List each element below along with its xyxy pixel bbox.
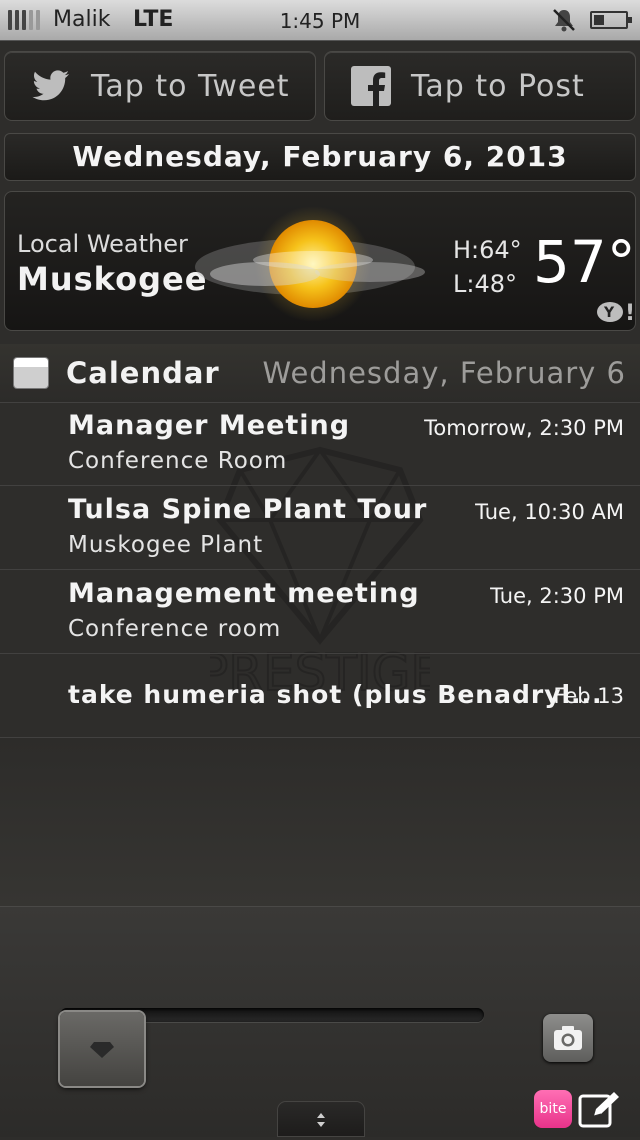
event-location: Conference Room: [68, 448, 288, 474]
camera-icon: [554, 1026, 582, 1050]
tap-to-post-button[interactable]: Tap to Post: [324, 51, 636, 121]
unlock-slider-knob[interactable]: [60, 1012, 144, 1086]
calendar-date: Wednesday, February 6: [262, 356, 626, 390]
event-title: take humeria shot (plus Benadryl...: [68, 680, 603, 709]
event-location: Muskogee Plant: [68, 532, 264, 558]
event-location: Conference room: [68, 616, 282, 642]
battery-icon: [590, 11, 632, 29]
drag-handle[interactable]: [278, 1102, 364, 1136]
diamond-icon: [90, 1042, 114, 1058]
calendar-icon: [14, 358, 48, 388]
calendar-header[interactable]: Calendar Wednesday, February 6: [0, 344, 640, 403]
tweet-label: Tap to Tweet: [91, 68, 290, 104]
twitter-icon: [32, 70, 69, 101]
event-time: Feb 13: [553, 684, 624, 708]
event-time: Tue, 2:30 PM: [490, 584, 624, 608]
svg-text:!: !: [625, 301, 635, 324]
calendar-widget: Calendar Wednesday, February 6 Manager M…: [0, 344, 640, 738]
svg-text:Y: Y: [603, 305, 615, 321]
facebook-icon: [351, 66, 391, 106]
calendar-event[interactable]: Management meeting Conference room Tue, …: [0, 570, 640, 654]
calendar-event[interactable]: Tulsa Spine Plant Tour Muskogee Plant Tu…: [0, 486, 640, 570]
partly-sunny-icon: [195, 206, 425, 322]
empty-notification-area: [0, 738, 640, 907]
status-bar: Malik LTE 1:45 PM: [0, 0, 640, 41]
camera-button[interactable]: [543, 1014, 593, 1062]
post-label: Tap to Post: [411, 68, 585, 104]
calendar-event[interactable]: take humeria shot (plus Benadryl... Feb …: [0, 654, 640, 738]
tap-to-tweet-button[interactable]: Tap to Tweet: [4, 51, 316, 121]
event-time: Tue, 10:30 AM: [475, 500, 624, 524]
weather-label: Local Weather: [17, 230, 188, 258]
weather-low: L:48°: [453, 270, 517, 298]
current-temperature: 57°: [533, 228, 636, 296]
calendar-title: Calendar: [66, 356, 220, 390]
calendar-event[interactable]: Manager Meeting Conference Room Tomorrow…: [0, 402, 640, 486]
yahoo-icon: Y !: [597, 301, 635, 324]
compose-icon[interactable]: [578, 1090, 622, 1130]
date-banner: Wednesday, February 6, 2013: [4, 133, 636, 181]
event-title: Tulsa Spine Plant Tour: [68, 494, 428, 525]
event-time: Tomorrow, 2:30 PM: [424, 416, 624, 440]
drag-handle-icon: [317, 1113, 325, 1127]
weather-widget[interactable]: Local Weather Muskogee H:64° L:48° 57° Y…: [4, 191, 636, 331]
bite-icon[interactable]: bite: [534, 1090, 572, 1128]
weather-high: H:64°: [453, 236, 522, 264]
mute-icon: [553, 9, 575, 32]
event-title: Management meeting: [68, 578, 420, 609]
event-title: Manager Meeting: [68, 410, 351, 441]
weather-city: Muskogee: [17, 260, 208, 298]
status-time: 1:45 PM: [279, 9, 361, 33]
